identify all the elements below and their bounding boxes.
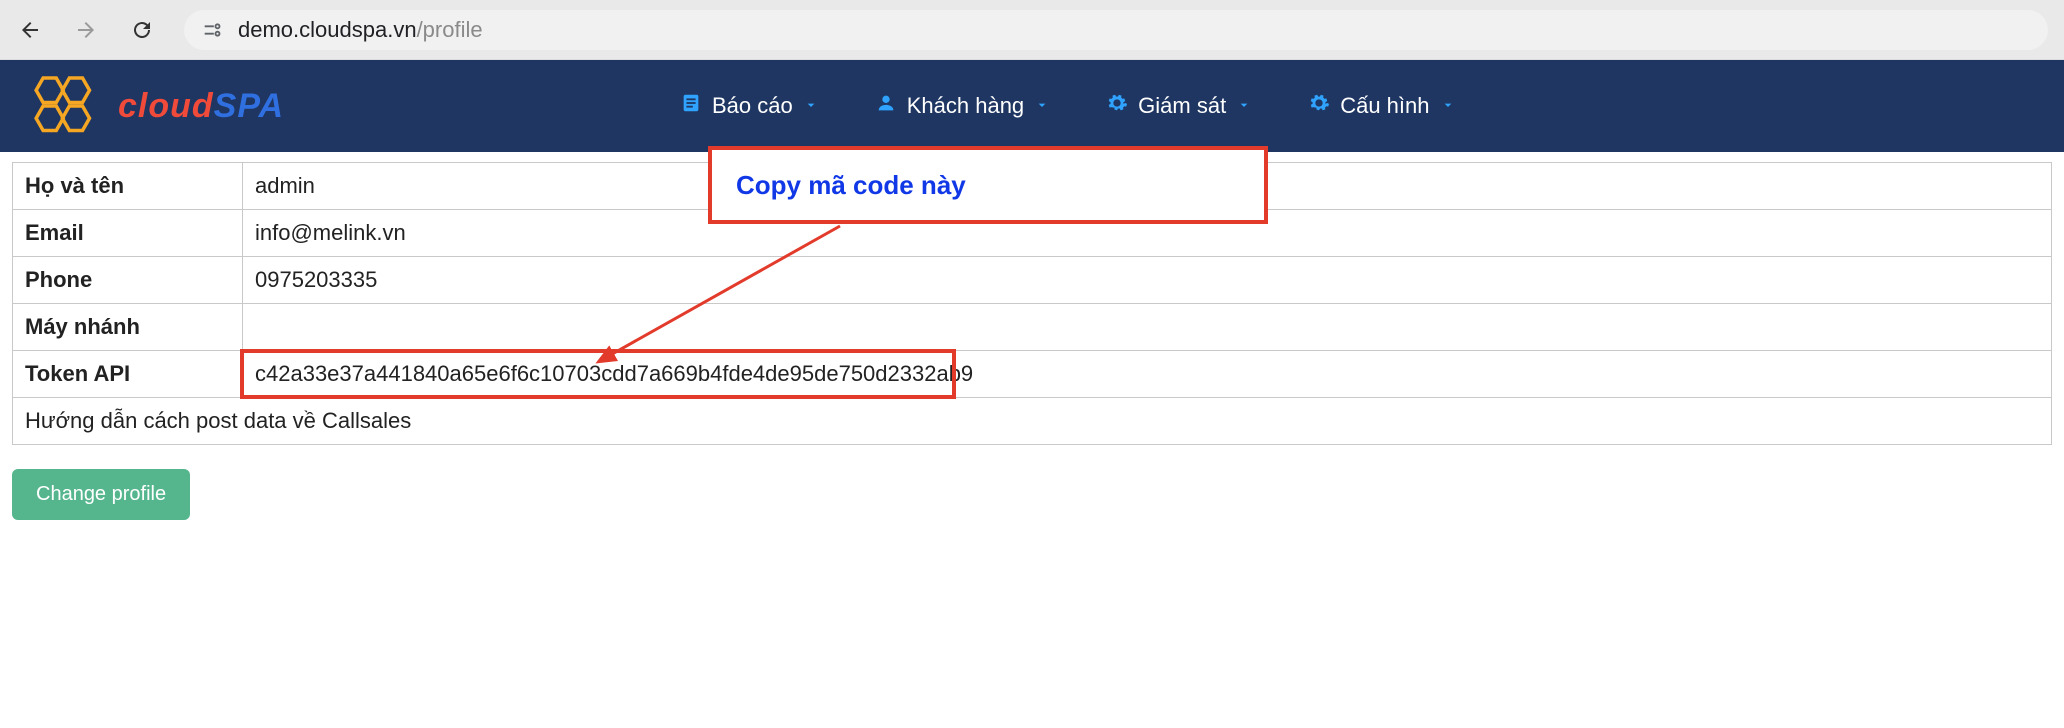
nav-item-label: Báo cáo — [712, 93, 793, 119]
logo-text: cloudSPA — [118, 87, 284, 126]
row-label: Máy nhánh — [13, 304, 243, 351]
chevron-down-icon — [1440, 93, 1456, 119]
logo[interactable]: cloudSPA — [20, 71, 284, 141]
nav-item-label: Cấu hình — [1340, 93, 1429, 119]
table-footer-row: Hướng dẫn cách post data về Callsales — [13, 398, 2052, 445]
row-label: Email — [13, 210, 243, 257]
table-row: Phone 0975203335 — [13, 257, 2052, 304]
row-value: 0975203335 — [243, 257, 2052, 304]
url-path: /profile — [417, 17, 483, 42]
site-settings-icon[interactable] — [200, 18, 224, 42]
table-row-token: Token API c42a33e37a441840a65e6f6c10703c… — [13, 351, 2052, 398]
nav-item-khach-hang[interactable]: Khách hàng — [875, 92, 1050, 120]
gear-icon — [1106, 92, 1128, 120]
report-icon — [680, 92, 702, 120]
annotation-callout: Copy mã code này — [708, 146, 1268, 224]
row-value-token[interactable]: c42a33e37a441840a65e6f6c10703cdd7a669b4f… — [243, 351, 2052, 398]
logo-hex-icon — [20, 71, 110, 141]
nav-menu: Báo cáo Khách hàng Giám sát — [680, 60, 1456, 152]
footer-guide-link[interactable]: Hướng dẫn cách post data về Callsales — [13, 398, 2052, 445]
arrow-left-icon — [18, 18, 42, 42]
browser-chrome-bar: demo.cloudspa.vn/profile — [0, 0, 2064, 60]
nav-item-label: Giám sát — [1138, 93, 1226, 119]
content-area: Copy mã code này Họ và tên admin Email i… — [0, 152, 2064, 550]
row-label: Token API — [13, 351, 243, 398]
url-host: demo.cloudspa.vn — [238, 17, 417, 42]
chevron-down-icon — [1034, 93, 1050, 119]
browser-back-button[interactable] — [16, 16, 44, 44]
row-label: Họ và tên — [13, 163, 243, 210]
url-text: demo.cloudspa.vn/profile — [238, 17, 483, 43]
chevron-down-icon — [803, 93, 819, 119]
arrow-right-icon — [74, 18, 98, 42]
annotation-callout-text: Copy mã code này — [736, 170, 966, 201]
row-label: Phone — [13, 257, 243, 304]
browser-reload-button[interactable] — [128, 16, 156, 44]
row-value — [243, 304, 2052, 351]
app-top-nav: cloudSPA Báo cáo Khách hàng — [0, 60, 2064, 152]
nav-item-giam-sat[interactable]: Giám sát — [1106, 92, 1252, 120]
reload-icon — [130, 18, 154, 42]
user-icon — [875, 92, 897, 120]
chevron-down-icon — [1236, 93, 1252, 119]
nav-item-cau-hinh[interactable]: Cấu hình — [1308, 92, 1455, 120]
change-profile-button[interactable]: Change profile — [12, 469, 190, 520]
gear-icon — [1308, 92, 1330, 120]
browser-address-bar[interactable]: demo.cloudspa.vn/profile — [184, 10, 2048, 50]
browser-forward-button[interactable] — [72, 16, 100, 44]
table-row: Máy nhánh — [13, 304, 2052, 351]
nav-item-label: Khách hàng — [907, 93, 1024, 119]
nav-item-bao-cao[interactable]: Báo cáo — [680, 92, 819, 120]
